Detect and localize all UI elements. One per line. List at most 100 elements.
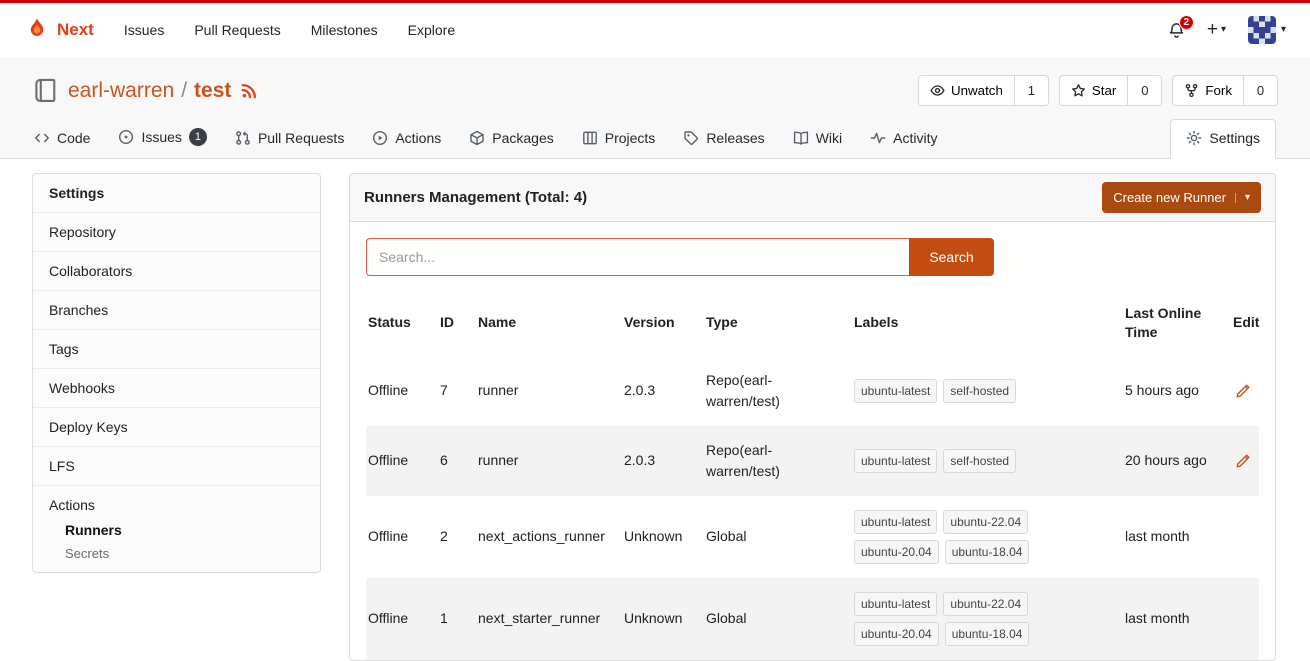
watch-group: Unwatch 1 (918, 75, 1049, 106)
label-chip: ubuntu-18.04 (945, 540, 1030, 564)
sidebar-item-actions[interactable]: Actions (49, 497, 304, 513)
runner-id: 6 (430, 426, 468, 496)
sidebar-item-secrets[interactable]: Secrets (65, 546, 304, 561)
repo-name-link[interactable]: test (194, 79, 231, 103)
tab-activity[interactable]: Activity (860, 120, 947, 158)
pencil-icon (1235, 453, 1251, 469)
runner-name: runner (468, 426, 614, 496)
runners-panel: Runners Management (Total: 4) Create new… (349, 173, 1276, 661)
column-header-status: Status (366, 290, 430, 356)
sidebar-group-actions: Actions Runners Secrets (33, 486, 320, 572)
table-row: Offline 6 runner 2.0.3 Repo(earl-warren/… (366, 426, 1259, 496)
column-header-version: Version (614, 290, 696, 356)
tab-actions[interactable]: Actions (362, 120, 451, 158)
sidebar-item-webhooks[interactable]: Webhooks (33, 369, 320, 408)
pull-request-icon (235, 130, 251, 146)
create-runner-button[interactable]: Create new Runner ▾ (1102, 182, 1261, 213)
code-icon (34, 130, 50, 146)
tab-label: Packages (492, 130, 553, 146)
nav-item-pull-requests[interactable]: Pull Requests (194, 22, 280, 38)
tab-wiki[interactable]: Wiki (783, 120, 852, 158)
runner-status: Offline (366, 496, 430, 578)
pencil-icon (1235, 383, 1251, 399)
sidebar-item-tags[interactable]: Tags (33, 330, 320, 369)
search-bar: Search (366, 238, 994, 276)
nav-item-explore[interactable]: Explore (408, 22, 455, 38)
table-row: Offline 2 next_actions_runner Unknown Gl… (366, 496, 1259, 578)
runner-status: Offline (366, 356, 430, 426)
brand-name: Next (57, 20, 94, 40)
panel-title: Runners Management (Total: 4) (364, 189, 587, 206)
star-icon (1071, 83, 1086, 98)
label-chip: ubuntu-latest (854, 379, 937, 403)
search-button[interactable]: Search (909, 238, 994, 276)
runner-name: next_actions_runner (468, 496, 614, 578)
column-header-id: ID (430, 290, 468, 356)
stars-count[interactable]: 0 (1128, 75, 1162, 106)
star-button[interactable]: Star (1059, 75, 1128, 106)
create-new-menu[interactable]: + ▾ (1207, 19, 1226, 41)
runner-last-online: last month (1115, 496, 1223, 578)
tab-label: Pull Requests (258, 130, 344, 146)
sidebar-item-repository[interactable]: Repository (33, 213, 320, 252)
unwatch-button[interactable]: Unwatch (918, 75, 1015, 106)
column-header-last-online: Last Online Time (1115, 290, 1223, 356)
issue-icon (118, 129, 134, 145)
repo-icon (32, 78, 58, 104)
gear-icon (1186, 130, 1202, 146)
star-group: Star 0 (1059, 75, 1162, 106)
search-input[interactable] (366, 238, 909, 276)
watchers-count[interactable]: 1 (1015, 75, 1049, 106)
runner-status: Offline (366, 578, 430, 660)
runner-last-online: last month (1115, 578, 1223, 660)
runner-type: Repo(earl-warren/test) (696, 426, 844, 496)
tab-pull-requests[interactable]: Pull Requests (225, 120, 354, 158)
sidebar-item-lfs[interactable]: LFS (33, 447, 320, 486)
edit-runner-button[interactable] (1233, 381, 1253, 401)
notification-badge: 2 (1179, 15, 1194, 30)
sidebar-item-collaborators[interactable]: Collaborators (33, 252, 320, 291)
tab-projects[interactable]: Projects (572, 120, 666, 158)
fork-button[interactable]: Fork (1172, 75, 1244, 106)
label-chip: self-hosted (943, 449, 1016, 473)
panel-body: Search Status ID Name Version Type Label… (350, 222, 1275, 660)
runners-table: Status ID Name Version Type Labels Last … (366, 290, 1259, 660)
edit-runner-button[interactable] (1233, 451, 1253, 471)
repo-owner-link[interactable]: earl-warren (68, 79, 174, 103)
top-navbar: Next Issues Pull Requests Milestones Exp… (0, 0, 1310, 57)
column-header-edit: Edit (1223, 290, 1259, 356)
project-board-icon (582, 130, 598, 146)
repo-action-buttons: Unwatch 1 Star 0 (918, 75, 1278, 106)
label-chip: ubuntu-22.04 (943, 510, 1028, 534)
brand-logo[interactable]: Next (24, 17, 94, 43)
tab-issues[interactable]: Issues 1 (108, 118, 216, 158)
runner-id: 1 (430, 578, 468, 660)
tab-label: Projects (605, 130, 656, 146)
runner-version: Unknown (614, 496, 696, 578)
tab-code[interactable]: Code (24, 120, 100, 158)
runner-labels: ubuntu-latest self-hosted (854, 449, 1044, 473)
sidebar-item-deploy-keys[interactable]: Deploy Keys (33, 408, 320, 447)
book-icon (793, 130, 809, 146)
label-chip: ubuntu-latest (854, 592, 937, 616)
nav-item-issues[interactable]: Issues (124, 22, 164, 38)
tab-packages[interactable]: Packages (459, 120, 563, 158)
sidebar-title: Settings (33, 174, 320, 213)
sidebar-item-branches[interactable]: Branches (33, 291, 320, 330)
column-header-type: Type (696, 290, 844, 356)
runner-version: 2.0.3 (614, 426, 696, 496)
runner-version: 2.0.3 (614, 356, 696, 426)
rss-feed-button[interactable] (240, 82, 258, 100)
user-menu[interactable]: ▾ (1248, 16, 1286, 44)
tab-settings[interactable]: Settings (1170, 119, 1276, 159)
runner-type: Repo(earl-warren/test) (696, 356, 844, 426)
label-chip: ubuntu-22.04 (943, 592, 1028, 616)
nav-item-milestones[interactable]: Milestones (311, 22, 378, 38)
tab-label: Settings (1209, 130, 1260, 146)
pulse-icon (870, 130, 886, 146)
sidebar-item-runners[interactable]: Runners (65, 522, 304, 538)
notifications-button[interactable]: 2 (1168, 22, 1185, 39)
forks-count[interactable]: 0 (1244, 75, 1278, 106)
tab-releases[interactable]: Releases (673, 120, 774, 158)
tab-label: Issues (141, 129, 181, 145)
